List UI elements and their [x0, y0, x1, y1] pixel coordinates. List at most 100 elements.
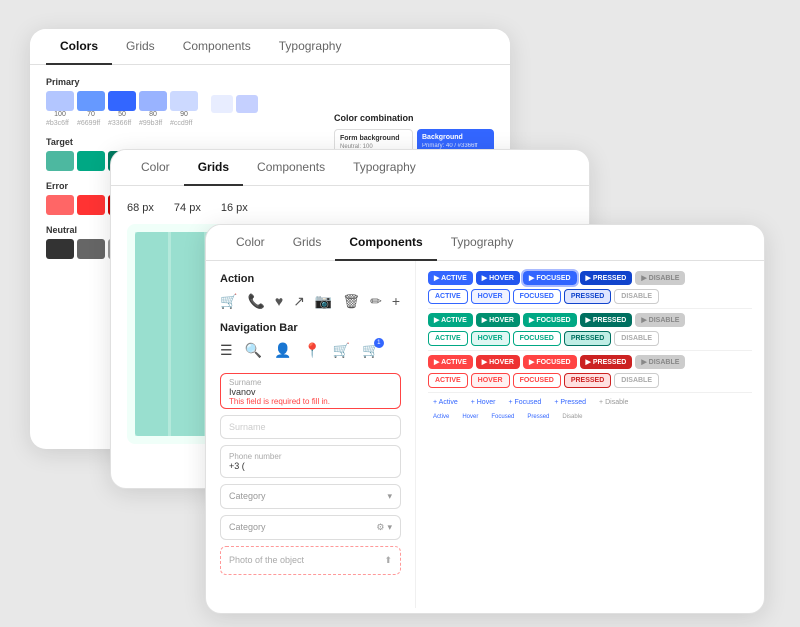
btn-red-pressed[interactable]: ▶ PRESSED — [580, 355, 633, 369]
category-label-2: Category — [229, 522, 266, 532]
edit-icon[interactable]: ✏ — [370, 293, 382, 310]
btn-text-small-pressed[interactable]: Pressed — [522, 412, 554, 422]
btn-row-green-filled: ▶ ACTIVE ▶ HOVER ▶ FOCUSED ▶ PRESSED ▶ D… — [428, 313, 752, 327]
btn-primary-active[interactable]: ▶ ACTIVE — [428, 271, 473, 285]
surname2-field[interactable]: Surname — [220, 415, 401, 439]
btn-red-hover[interactable]: ▶ HOVER — [476, 355, 520, 369]
btn-outline-active[interactable]: ACTIVE — [428, 289, 468, 304]
btn-row-primary-outline: ACTIVE HOVER FOCUSED PRESSED DISABLE — [428, 289, 752, 304]
scene: Colors Grids Components Typography Prima… — [20, 19, 780, 609]
tab-colors-typography[interactable]: Typography — [265, 29, 356, 65]
btn-green-focused[interactable]: ▶ FOCUSED — [523, 313, 577, 327]
divider-3 — [428, 392, 752, 393]
btn-goutline-disable: DISABLE — [614, 331, 659, 346]
surname-field-error[interactable]: Surname Ivanov This field is required to… — [220, 373, 401, 409]
swatch-p2: 70 — [77, 91, 105, 118]
btn-routline-active[interactable]: ACTIVE — [428, 373, 468, 388]
phone-label: Phone number — [229, 452, 392, 461]
card-components: Color Grids Components Typography Action… — [205, 224, 765, 614]
user-icon[interactable]: 👤 — [274, 342, 291, 359]
upload-icon: ⬆ — [384, 555, 392, 566]
phone-field[interactable]: Phone number +3 ( — [220, 445, 401, 478]
surname-label: Surname — [229, 378, 392, 387]
btn-text-primary-active[interactable]: + Active — [428, 397, 463, 408]
settings-icon: ⚙ — [376, 522, 384, 533]
btn-routline-focused[interactable]: FOCUSED — [513, 373, 561, 388]
tab-colors-colors[interactable]: Colors — [46, 29, 112, 65]
btn-text-primary-disable: + Disable — [594, 397, 633, 408]
btn-primary-hover[interactable]: ▶ HOVER — [476, 271, 520, 285]
tab-grids-grids[interactable]: Grids — [184, 150, 243, 186]
nav-title: Navigation Bar — [220, 322, 401, 334]
category-label-1: Category — [229, 491, 266, 501]
swatch-p1: 100 — [46, 91, 74, 118]
combo-title: Color combination — [334, 113, 494, 123]
camera-icon[interactable]: 📷 — [315, 293, 332, 310]
btn-row-text-small: Active Hover Focused Pressed Disable — [428, 412, 752, 422]
tab-bar-components: Color Grids Components Typography — [206, 225, 764, 261]
heart-icon[interactable]: ♥ — [275, 293, 283, 310]
category-select-1[interactable]: Category ▾ — [220, 484, 401, 509]
share-icon[interactable]: ↗ — [293, 293, 305, 310]
btn-green-pressed[interactable]: ▶ PRESSED — [580, 313, 633, 327]
btn-goutline-hover[interactable]: HOVER — [471, 331, 510, 346]
btn-text-primary-focused[interactable]: + Focused — [503, 397, 546, 408]
btn-outline-disable: DISABLE — [614, 289, 659, 304]
swatch-t1 — [46, 151, 74, 171]
tab-comp-typography[interactable]: Typography — [437, 225, 528, 261]
btn-text-small-disable: Disable — [557, 412, 587, 422]
tab-grids-typography[interactable]: Typography — [339, 150, 430, 186]
btn-primary-focused[interactable]: ▶ FOCUSED — [523, 271, 577, 285]
plus-icon[interactable]: + — [392, 293, 400, 310]
btn-row-red-outline: ACTIVE HOVER FOCUSED PRESSED DISABLE — [428, 373, 752, 388]
location-icon[interactable]: 📍 — [303, 342, 320, 359]
btn-red-active[interactable]: ▶ ACTIVE — [428, 355, 473, 369]
btn-outline-focused[interactable]: FOCUSED — [513, 289, 561, 304]
chevron-down-icon-2: ▾ — [387, 522, 392, 533]
chevron-down-icon: ▾ — [387, 491, 392, 502]
btn-text-small-focused[interactable]: Focused — [486, 412, 519, 422]
swatch-n2 — [77, 239, 105, 259]
cart-icon[interactable]: 🛒 — [220, 293, 237, 310]
btn-text-small-hover[interactable]: Hover — [457, 412, 483, 422]
btn-outline-hover[interactable]: HOVER — [471, 289, 510, 304]
btn-text-small-active[interactable]: Active — [428, 412, 454, 422]
hamburger-icon[interactable]: ☰ — [220, 342, 233, 359]
btn-goutline-focused[interactable]: FOCUSED — [513, 331, 561, 346]
btn-goutline-pressed[interactable]: PRESSED — [564, 331, 611, 346]
btn-primary-pressed[interactable]: ▶ PRESSED — [580, 271, 633, 285]
cart-badge: 1 — [374, 338, 384, 348]
tab-comp-components[interactable]: Components — [335, 225, 436, 261]
search-nav-icon[interactable]: 🔍 — [245, 342, 262, 359]
shop-icon[interactable]: 🛒 — [333, 342, 350, 359]
btn-red-focused[interactable]: ▶ FOCUSED — [523, 355, 577, 369]
btn-text-primary-pressed[interactable]: + Pressed — [549, 397, 591, 408]
cart-with-badge[interactable]: 🛒1 — [362, 342, 379, 359]
btn-routline-hover[interactable]: HOVER — [471, 373, 510, 388]
btn-green-active[interactable]: ▶ ACTIVE — [428, 313, 473, 327]
tab-comp-color[interactable]: Color — [222, 225, 279, 261]
tab-colors-components[interactable]: Components — [169, 29, 265, 65]
category-select-2[interactable]: Category ⚙ ▾ — [220, 515, 401, 540]
surname-error: This field is required to fill in. — [229, 397, 392, 406]
tab-comp-grids[interactable]: Grids — [279, 225, 336, 261]
btn-goutline-active[interactable]: ACTIVE — [428, 331, 468, 346]
btn-outline-pressed[interactable]: PRESSED — [564, 289, 611, 304]
btn-primary-disable: ▶ DISABLE — [635, 271, 685, 285]
tab-grids-color[interactable]: Color — [127, 150, 184, 186]
phone-icon[interactable]: 📞 — [247, 293, 264, 310]
swatch-p5: 90 — [170, 91, 198, 118]
swatch-e2 — [77, 195, 105, 215]
btn-routline-pressed[interactable]: PRESSED — [564, 373, 611, 388]
action-title: Action — [220, 273, 401, 285]
trash-icon[interactable]: 🗑 — [342, 293, 360, 310]
photo-upload[interactable]: Photo of the object ⬆ — [220, 546, 401, 575]
tab-bar-grids: Color Grids Components Typography — [111, 150, 589, 186]
tab-grids-components[interactable]: Components — [243, 150, 339, 186]
btn-text-primary-hover[interactable]: + Hover — [466, 397, 501, 408]
btn-red-disable: ▶ DISABLE — [635, 355, 685, 369]
tab-colors-grids[interactable]: Grids — [112, 29, 169, 65]
swatch-p6 — [211, 95, 233, 113]
btn-green-hover[interactable]: ▶ HOVER — [476, 313, 520, 327]
surname-value: Ivanov — [229, 387, 256, 397]
